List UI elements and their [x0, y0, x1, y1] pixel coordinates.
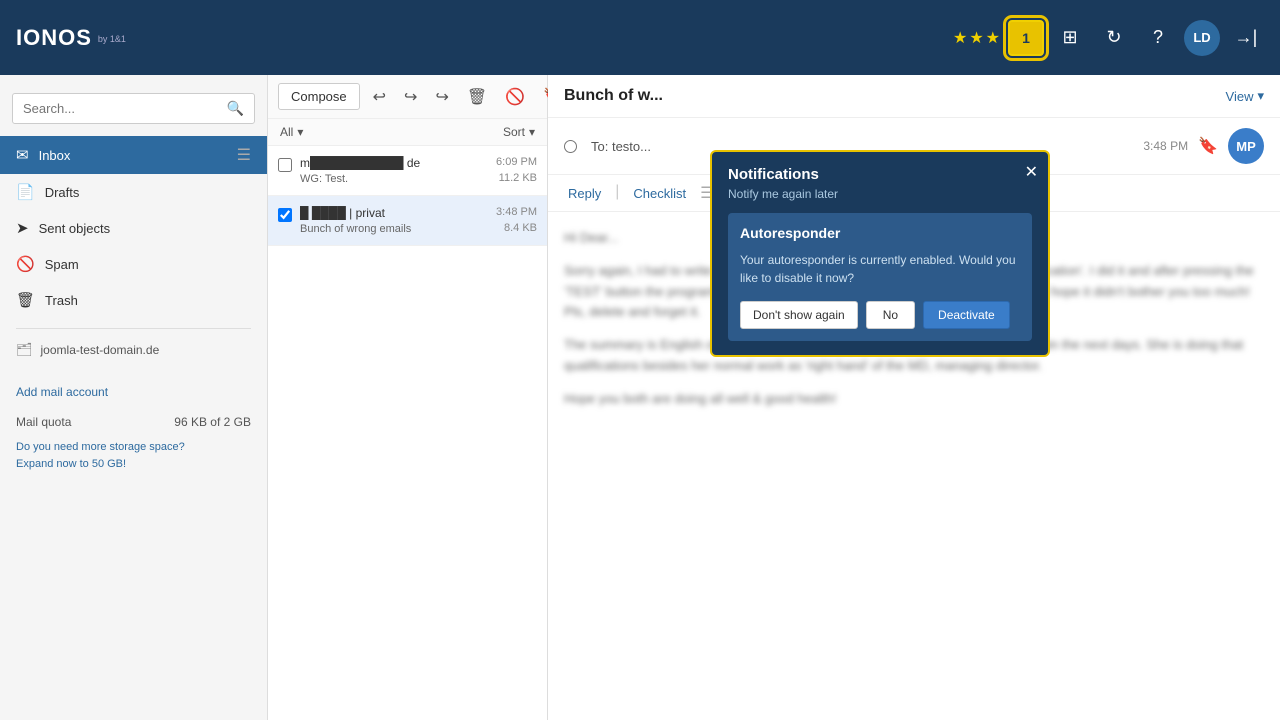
email-subject-2: Bunch of wrong emails: [300, 223, 479, 235]
no-button[interactable]: No: [866, 301, 915, 329]
help-icon[interactable]: ?: [1140, 20, 1176, 56]
sidebar: 🔍 ✉ Inbox ☰ 📄 Drafts ➤ Sent objects 🚫 Sp…: [0, 75, 268, 720]
sidebar-folders: ✉ Inbox ☰ 📄 Drafts ➤ Sent objects 🚫 Spam…: [0, 136, 267, 318]
notification-badge[interactable]: 1: [1008, 20, 1044, 56]
email-meta-2: 3:48 PM 8.4 KB: [487, 206, 537, 234]
sidebar-item-spam[interactable]: 🚫 Spam: [0, 246, 267, 282]
reply-all-icon[interactable]: ↪: [399, 84, 422, 110]
email-subject-1: WG: Test.: [300, 173, 479, 185]
domain-icon: 🗂: [16, 342, 33, 358]
notification-subtitle: Notify me again later: [728, 187, 1032, 201]
logout-icon[interactable]: →|: [1228, 20, 1264, 56]
email-info-2: █ ████ | privat Bunch of wrong emails: [300, 206, 479, 235]
email-row-selected[interactable]: █ ████ | privat Bunch of wrong emails 3:…: [268, 196, 547, 246]
promo-line2: Expand now to 50 GB!: [16, 456, 251, 473]
filter-all[interactable]: All ▾: [280, 125, 303, 139]
email-from-1: m███████████ de: [300, 156, 479, 170]
star-3: ★: [986, 28, 1000, 48]
filter-all-label: All: [280, 125, 293, 139]
email-items: m███████████ de WG: Test. 6:09 PM 11.2 K…: [268, 146, 547, 720]
notification-close-button[interactable]: ✕: [1025, 162, 1038, 182]
drafts-icon: 📄: [16, 183, 35, 201]
email-time-1: 6:09 PM: [496, 156, 537, 168]
search-icon[interactable]: 🔍: [227, 100, 244, 117]
quota-value: 96 KB of 2 GB: [174, 415, 251, 429]
star-2: ★: [969, 28, 983, 48]
email-row[interactable]: m███████████ de WG: Test. 6:09 PM 11.2 K…: [268, 146, 547, 196]
apps-icon[interactable]: ⊞: [1052, 20, 1088, 56]
spam-report-icon[interactable]: 🚫: [500, 84, 530, 110]
domain-item[interactable]: 🗂 joomla-test-domain.de: [16, 337, 251, 363]
autoresponder-buttons: Don't show again No Deactivate: [740, 301, 1020, 329]
modal-wrapper: Notifications Notify me again later ✕ Au…: [710, 150, 1050, 357]
mail-quota: Mail quota 96 KB of 2 GB: [16, 415, 251, 429]
trash-label: Trash: [45, 293, 251, 308]
logo: IONOS by 1&1: [16, 25, 126, 51]
notification-modal: Notifications Notify me again later ✕ Au…: [710, 150, 1050, 357]
modal-overlay: Notifications Notify me again later ✕ Au…: [548, 75, 1280, 720]
email-list-pane: Compose ↩ ↪ ↪ 🗑 🚫 🔖 ⋯ All ▾ Sort ▾ m██: [268, 75, 548, 720]
email-meta-1: 6:09 PM 11.2 KB: [487, 156, 537, 184]
inbox-icon: ✉: [16, 146, 29, 164]
filter-sort-label: Sort: [503, 125, 525, 139]
folder-menu-icon[interactable]: ☰: [237, 145, 251, 165]
quota-label: Mail quota: [16, 415, 71, 429]
email-toolbar: Compose ↩ ↪ ↪ 🗑 🚫 🔖 ⋯: [268, 75, 547, 119]
sidebar-item-drafts[interactable]: 📄 Drafts: [0, 174, 267, 210]
logo-sub: by 1&1: [98, 34, 126, 44]
email-info-1: m███████████ de WG: Test.: [300, 156, 479, 185]
email-filter: All ▾ Sort ▾: [268, 119, 547, 146]
autoresponder-title: Autoresponder: [740, 225, 1020, 241]
spam-icon: 🚫: [16, 255, 35, 273]
promo-line1: Do you need more storage space?: [16, 439, 251, 456]
deactivate-button[interactable]: Deactivate: [923, 301, 1010, 329]
spam-label: Spam: [45, 257, 251, 272]
logo-text: IONOS: [16, 25, 92, 51]
nav-stars: ★ ★ ★: [953, 28, 1000, 48]
autoresponder-text: Your autoresponder is currently enabled.…: [740, 251, 1020, 287]
email-time-2: 3:48 PM: [496, 206, 537, 218]
autoresponder-section: Autoresponder Your autoresponder is curr…: [728, 213, 1032, 341]
avatar[interactable]: LD: [1184, 20, 1220, 56]
sent-label: Sent objects: [39, 221, 251, 236]
refresh-icon[interactable]: ↻: [1096, 20, 1132, 56]
add-mail-link[interactable]: Add mail account: [16, 385, 251, 399]
dont-show-again-button[interactable]: Don't show again: [740, 301, 858, 329]
email-size-1: 11.2 KB: [499, 172, 537, 184]
drafts-label: Drafts: [45, 185, 251, 200]
reading-pane: Bunch of w... View ▾ To: testo... 3:48 P…: [548, 75, 1280, 720]
compose-button[interactable]: Compose: [278, 83, 360, 110]
sidebar-item-trash[interactable]: 🗑 Trash: [0, 282, 267, 318]
trash-icon: 🗑: [16, 291, 35, 309]
star-1: ★: [953, 28, 967, 48]
domain-label: joomla-test-domain.de: [41, 343, 160, 357]
email-checkbox-2[interactable]: [278, 208, 292, 222]
nav-right-icons: ★ ★ ★ 1 ⊞ ↻ ? LD →|: [953, 20, 1264, 56]
delete-icon[interactable]: 🗑: [462, 84, 492, 110]
sidebar-item-inbox[interactable]: ✉ Inbox ☰: [0, 136, 267, 174]
search-box[interactable]: 🔍: [12, 93, 255, 124]
email-checkbox-1[interactable]: [278, 158, 292, 172]
domain-section: 🗂 joomla-test-domain.de: [16, 328, 251, 371]
reply-icon[interactable]: ↩: [368, 84, 391, 110]
sort-chevron: ▾: [529, 125, 535, 139]
forward-icon[interactable]: ↪: [430, 84, 453, 110]
email-size-2: 8.4 KB: [504, 222, 537, 234]
email-from-2: █ ████ | privat: [300, 206, 479, 220]
sent-icon: ➤: [16, 219, 29, 237]
main-container: 🔍 ✉ Inbox ☰ 📄 Drafts ➤ Sent objects 🚫 Sp…: [0, 75, 1280, 720]
inbox-label: Inbox: [39, 148, 227, 163]
filter-sort[interactable]: Sort ▾: [503, 125, 535, 139]
sidebar-item-sent[interactable]: ➤ Sent objects: [0, 210, 267, 246]
search-input[interactable]: [23, 101, 227, 116]
filter-chevron: ▾: [297, 125, 303, 139]
storage-promo[interactable]: Do you need more storage space? Expand n…: [16, 439, 251, 472]
top-nav: IONOS by 1&1 ★ ★ ★ 1 ⊞ ↻ ? LD →|: [0, 0, 1280, 75]
notification-title: Notifications: [728, 166, 1032, 183]
